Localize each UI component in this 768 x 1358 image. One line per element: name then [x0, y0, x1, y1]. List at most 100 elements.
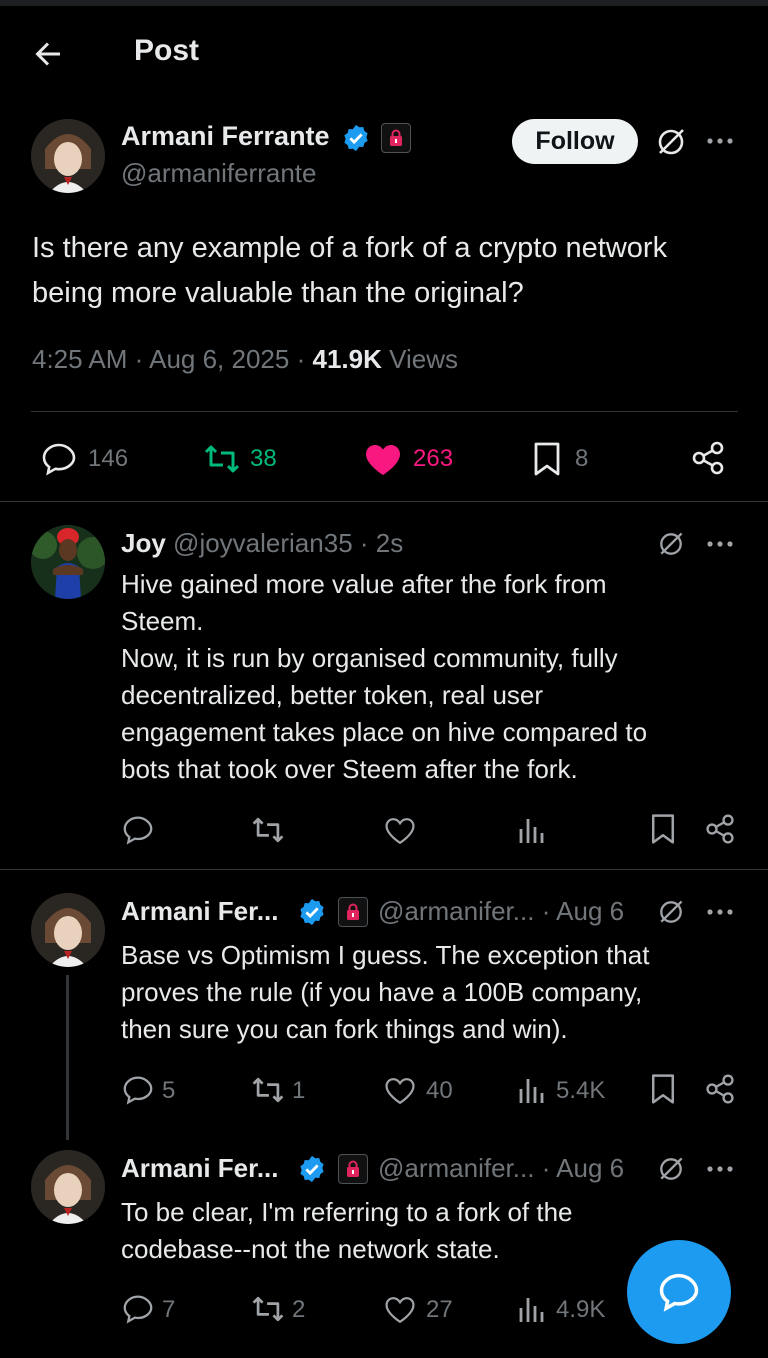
bookmark-icon[interactable]	[533, 441, 561, 477]
reply-icon[interactable]	[122, 1075, 154, 1105]
reply-text-line: decentralized, better token, real user	[121, 680, 544, 710]
repost-count: 38	[250, 445, 277, 472]
follow-button[interactable]: Follow	[512, 119, 638, 164]
grok-icon[interactable]	[656, 529, 686, 559]
post-time: 4:25 AM	[32, 344, 128, 374]
like-count: 40	[426, 1077, 453, 1104]
reply-header: Joy @joyvalerian35 · 2s	[121, 528, 403, 559]
more-options-icon[interactable]	[704, 530, 736, 558]
reply-author-handle[interactable]: @armanifer...	[378, 896, 534, 926]
grok-icon[interactable]	[656, 1154, 686, 1184]
repost-count: 2	[292, 1296, 306, 1323]
post-text-line: being more valuable than the original?	[32, 277, 524, 309]
reply-author-handle[interactable]: @joyvalerian35	[173, 528, 353, 558]
separator: ·	[134, 344, 144, 374]
reply-author-name[interactable]: Armani Fer...	[121, 896, 279, 927]
back-arrow-icon[interactable]	[30, 36, 66, 72]
separator: ·	[541, 896, 551, 926]
reply-text-line: then sure you can fork things and win).	[121, 1014, 568, 1044]
like-count: 27	[426, 1296, 453, 1323]
reply-icon[interactable]	[41, 442, 77, 476]
reply-avatar[interactable]	[31, 1150, 105, 1224]
verified-badge-icon	[341, 123, 371, 153]
divider	[0, 869, 768, 870]
bookmark-count: 8	[575, 445, 589, 472]
page-title: Post	[134, 34, 200, 67]
affiliate-badge-icon	[338, 897, 368, 927]
share-icon[interactable]	[690, 440, 726, 476]
views-count[interactable]: 41.9K	[312, 344, 381, 374]
reply-author-name[interactable]: Armani Fer...	[121, 1153, 279, 1184]
reply-count: 146	[88, 445, 129, 472]
reply-icon[interactable]	[122, 1294, 154, 1324]
views-chart-icon[interactable]	[518, 1075, 546, 1105]
post-meta: 4:25 AM · Aug 6, 2025 · 41.9K Views	[32, 344, 458, 375]
heart-icon[interactable]	[384, 816, 416, 846]
more-options-icon[interactable]	[704, 127, 736, 155]
views-label: Views	[389, 344, 458, 374]
reply-avatar[interactable]	[31, 525, 105, 599]
reply-text-line: To be clear, I'm referring to a fork of …	[121, 1197, 573, 1227]
views-count: 4.9K	[556, 1296, 606, 1323]
compose-reply-button[interactable]	[627, 1240, 731, 1344]
reply-author-name[interactable]: Joy	[121, 528, 166, 558]
reply-time: 2s	[375, 528, 404, 558]
thread-line	[66, 975, 69, 1140]
repost-icon[interactable]	[250, 815, 286, 845]
divider	[0, 501, 768, 502]
separator: ·	[296, 344, 306, 374]
repost-count: 1	[292, 1077, 306, 1104]
bookmark-icon[interactable]	[650, 813, 676, 845]
reply-text-line: Hive gained more value after the fork fr…	[121, 569, 607, 599]
status-strip	[0, 0, 768, 6]
grok-icon[interactable]	[656, 897, 686, 927]
heart-icon[interactable]	[384, 1076, 416, 1106]
post-date: Aug 6, 2025	[149, 344, 290, 374]
verified-badge-icon	[297, 1154, 327, 1184]
separator: ·	[541, 1153, 551, 1183]
reply-handle-time: @armanifer... · Aug 6	[378, 896, 624, 927]
reply-text: Hive gained more value after the fork fr…	[121, 566, 751, 788]
repost-icon[interactable]	[250, 1075, 286, 1105]
separator: ·	[359, 528, 369, 558]
reply-text-line: bots that took over Steem after the fork…	[121, 754, 578, 784]
reply-count: 7	[162, 1296, 176, 1323]
share-icon[interactable]	[704, 1073, 736, 1105]
author-avatar[interactable]	[31, 119, 105, 193]
affiliate-badge-icon	[381, 123, 411, 153]
repost-icon[interactable]	[250, 1294, 286, 1324]
chat-bubble-icon	[658, 1272, 700, 1312]
reply-handle-time: @armanifer... · Aug 6	[378, 1153, 624, 1184]
heart-icon[interactable]	[384, 1295, 416, 1325]
share-icon[interactable]	[704, 813, 736, 845]
repost-icon[interactable]	[202, 443, 242, 475]
reply-icon[interactable]	[122, 815, 154, 845]
bookmark-icon[interactable]	[650, 1073, 676, 1105]
views-chart-icon[interactable]	[518, 815, 546, 845]
heart-filled-icon[interactable]	[364, 443, 402, 477]
reply-text: Base vs Optimism I guess. The exception …	[121, 937, 751, 1048]
reply-text-line: Base vs Optimism I guess. The exception …	[121, 940, 650, 970]
reply-time: Aug 6	[556, 896, 625, 926]
post-text-line: Is there any example of a fork of a cryp…	[32, 232, 668, 264]
post-text: Is there any example of a fork of a cryp…	[32, 226, 752, 316]
reply-text-line: Now, it is run by organised community, f…	[121, 643, 618, 673]
divider	[31, 411, 738, 412]
views-count: 5.4K	[556, 1077, 606, 1104]
affiliate-badge-icon	[338, 1154, 368, 1184]
author-name[interactable]: Armani Ferrante	[121, 121, 330, 152]
views-chart-icon[interactable]	[518, 1294, 546, 1324]
author-handle[interactable]: @armaniferrante	[121, 158, 316, 189]
more-options-icon[interactable]	[704, 898, 736, 926]
reply-time: Aug 6	[556, 1153, 625, 1183]
like-count: 263	[413, 445, 454, 472]
reply-text-line: proves the rule (if you have a 100B comp…	[121, 977, 643, 1007]
reply-text-line: engagement takes place on hive compared …	[121, 717, 648, 747]
reply-count: 5	[162, 1077, 176, 1104]
reply-author-handle[interactable]: @armanifer...	[378, 1153, 534, 1183]
more-options-icon[interactable]	[704, 1155, 736, 1183]
verified-badge-icon	[297, 897, 327, 927]
reply-text-line: Steem.	[121, 606, 204, 636]
grok-icon[interactable]	[654, 125, 688, 159]
reply-avatar[interactable]	[31, 893, 105, 967]
